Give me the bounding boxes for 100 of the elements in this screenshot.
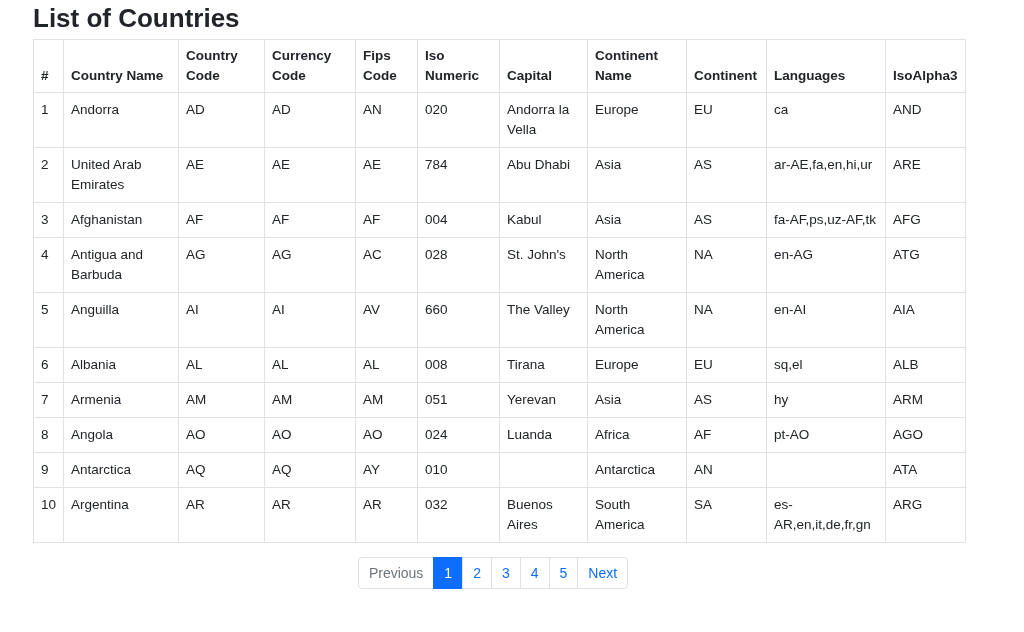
table-cell: AS	[694, 157, 712, 172]
column-header: Iso Numeric	[417, 39, 500, 93]
table-cell: AGO	[893, 427, 923, 442]
table-cell: AQ	[186, 462, 206, 477]
table-cell: Angola	[71, 427, 114, 442]
table-cell: Europe	[595, 357, 639, 372]
table-cell: AV	[363, 302, 380, 317]
table-cell: 010	[425, 462, 448, 477]
table-cell: NA	[694, 302, 713, 317]
column-header: Capital	[499, 39, 588, 93]
table-cell: South America	[595, 497, 645, 532]
page-link[interactable]: 3	[490, 557, 521, 589]
table-cell: 1	[41, 102, 49, 117]
page-link[interactable]: Next	[577, 557, 629, 589]
table-cell: 028	[425, 247, 448, 262]
table-cell: AN	[363, 102, 382, 117]
table-cell: Anguilla	[71, 302, 120, 317]
table-cell: en-AI	[774, 302, 807, 317]
table-cell: Antarctica	[71, 462, 132, 477]
table-cell: AF	[186, 212, 204, 227]
table-cell: Yerevan	[507, 392, 557, 407]
table-cell: ca	[774, 102, 789, 117]
table-cell: AL	[186, 357, 203, 372]
table-cell: AR	[272, 497, 291, 512]
table-cell: AE	[363, 157, 381, 172]
table-cell: AI	[272, 302, 285, 317]
page-link[interactable]: 4	[519, 557, 550, 589]
table-cell: 9	[41, 462, 49, 477]
table-cell: The Valley	[507, 302, 570, 317]
table-cell: AD	[272, 102, 291, 117]
table-cell: AR	[186, 497, 205, 512]
table-cell: AF	[363, 212, 381, 227]
table-cell: AO	[363, 427, 383, 442]
table-cell: 020	[425, 102, 448, 117]
table-cell: AO	[186, 427, 206, 442]
table-cell: AS	[694, 392, 712, 407]
table-cell: ALB	[893, 357, 919, 372]
table-cell: AO	[272, 427, 292, 442]
table-cell: EU	[694, 357, 713, 372]
column-header: Languages	[766, 39, 886, 93]
table-cell: ATA	[893, 462, 918, 477]
table-cell: Asia	[595, 212, 622, 227]
table-cell: AL	[363, 357, 380, 372]
table-cell: Asia	[595, 392, 622, 407]
table-cell: 004	[425, 212, 448, 227]
table-cell: AG	[272, 247, 292, 262]
table-cell: Africa	[595, 427, 630, 442]
table-cell: 032	[425, 497, 448, 512]
table-cell: AIA	[893, 302, 915, 317]
table-cell: 024	[425, 427, 448, 442]
column-header: Country Code	[178, 39, 265, 93]
table-cell: pt-AO	[774, 427, 810, 442]
table-cell: 10	[41, 497, 57, 512]
table-cell: AS	[694, 212, 712, 227]
table-cell: AFG	[893, 212, 921, 227]
column-header: Country Name	[63, 39, 179, 93]
table-cell: Europe	[595, 102, 639, 117]
table-cell: AR	[363, 497, 382, 512]
table-cell: AN	[694, 462, 713, 477]
table-cell: Armenia	[71, 392, 122, 407]
table-cell: Tirana	[507, 357, 545, 372]
page-title: List of Countries	[33, 2, 241, 34]
table-cell: 3	[41, 212, 49, 227]
column-header: Currency Code	[264, 39, 356, 93]
table-cell: ATG	[893, 247, 920, 262]
page-link[interactable]: 1	[433, 557, 464, 589]
table-cell: United Arab Emirates	[71, 157, 142, 192]
column-header: Continent	[686, 39, 767, 93]
table-cell: North America	[595, 302, 645, 337]
table-cell: AF	[272, 212, 290, 227]
table-cell: ARE	[893, 157, 921, 172]
table-cell: AY	[363, 462, 380, 477]
table-cell: AM	[186, 392, 207, 407]
table-cell: 2	[41, 157, 49, 172]
table-cell: AM	[363, 392, 384, 407]
table-cell: St. John's	[507, 247, 566, 262]
page-link[interactable]: 2	[462, 557, 492, 589]
page-link[interactable]: 5	[548, 557, 579, 589]
table-cell: Albania	[71, 357, 117, 372]
table-cell: AG	[186, 247, 206, 262]
table-cell: AI	[186, 302, 199, 317]
table-cell: Buenos Aires	[507, 497, 553, 532]
column-header: IsoAlpha3	[885, 39, 966, 93]
column-header: #	[33, 39, 64, 93]
table-cell: 8	[41, 427, 49, 442]
table-cell: hy	[774, 392, 789, 407]
table-cell: ARG	[893, 497, 923, 512]
table-cell: 008	[425, 357, 448, 372]
column-header: Continent Name	[587, 39, 687, 93]
table-cell: AL	[272, 357, 289, 372]
table-cell: Argentina	[71, 497, 129, 512]
table-cell: SA	[694, 497, 712, 512]
table-cell: sq,el	[774, 357, 803, 372]
column-header: Fips Code	[355, 39, 418, 93]
table-cell: fa-AF,ps,uz-AF,tk	[774, 212, 877, 227]
table-cell: North America	[595, 247, 645, 282]
table-cell: Andorra la Vella	[507, 102, 570, 137]
table-cell: 051	[425, 392, 448, 407]
table-cell: AE	[186, 157, 204, 172]
table-cell: 5	[41, 302, 49, 317]
